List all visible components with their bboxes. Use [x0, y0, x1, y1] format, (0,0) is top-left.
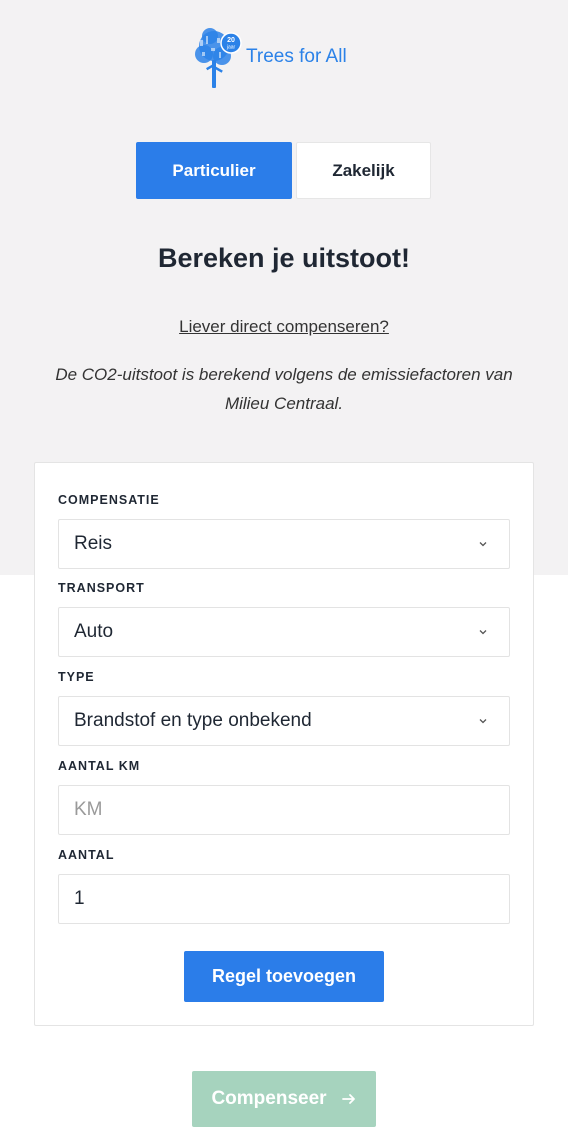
- chevron-down-icon: [479, 719, 487, 724]
- compensatie-label: COMPENSATIE: [58, 493, 160, 507]
- type-label: TYPE: [58, 670, 95, 684]
- aantal-km-field: [58, 785, 510, 835]
- tab-particulier[interactable]: Particulier: [136, 142, 292, 199]
- transport-select[interactable]: Auto: [58, 607, 510, 657]
- transport-label: TRANSPORT: [58, 581, 145, 595]
- aantal-input[interactable]: [74, 888, 509, 910]
- aantal-km-input[interactable]: [74, 799, 509, 821]
- emission-note: De CO2-uitstoot is berekend volgens de e…: [55, 365, 513, 413]
- brand-name: Trees for All: [246, 46, 347, 67]
- compenseer-label: Compenseer: [211, 1088, 327, 1109]
- compensatie-value: Reis: [74, 533, 113, 554]
- type-select[interactable]: Brandstof en type onbekend: [58, 696, 510, 746]
- compensatie-select[interactable]: Reis: [58, 519, 510, 569]
- chevron-down-icon: [479, 630, 487, 635]
- brand-logo[interactable]: 20 jaar Trees for All: [192, 26, 347, 90]
- aantal-km-label: AANTAL KM: [58, 759, 141, 773]
- calculator-card: COMPENSATIE Reis TRANSPORT Auto TYPE Bra…: [34, 462, 534, 1026]
- compenseer-button[interactable]: Compenseer: [192, 1071, 376, 1127]
- badge-jaar: jaar: [226, 45, 236, 51]
- chevron-down-icon: [479, 542, 487, 547]
- customer-type-tabs: Particulier Zakelijk: [136, 142, 431, 199]
- badge-years: 20: [227, 37, 235, 44]
- tree-logo-icon: 20 jaar: [195, 28, 242, 88]
- add-row-button[interactable]: Regel toevoegen: [184, 951, 384, 1002]
- aantal-field: [58, 874, 510, 924]
- type-value: Brandstof en type onbekend: [74, 710, 312, 731]
- arrow-right-icon: [341, 1094, 355, 1104]
- aantal-label: AANTAL: [58, 848, 115, 862]
- direct-compensate-link[interactable]: Liever direct compenseren?: [179, 317, 389, 336]
- transport-value: Auto: [74, 621, 114, 642]
- page-title: Bereken je uitstoot!: [157, 243, 411, 273]
- tab-zakelijk[interactable]: Zakelijk: [296, 142, 431, 199]
- direct-compensate-link-wrap: Liever direct compenseren?: [0, 317, 568, 337]
